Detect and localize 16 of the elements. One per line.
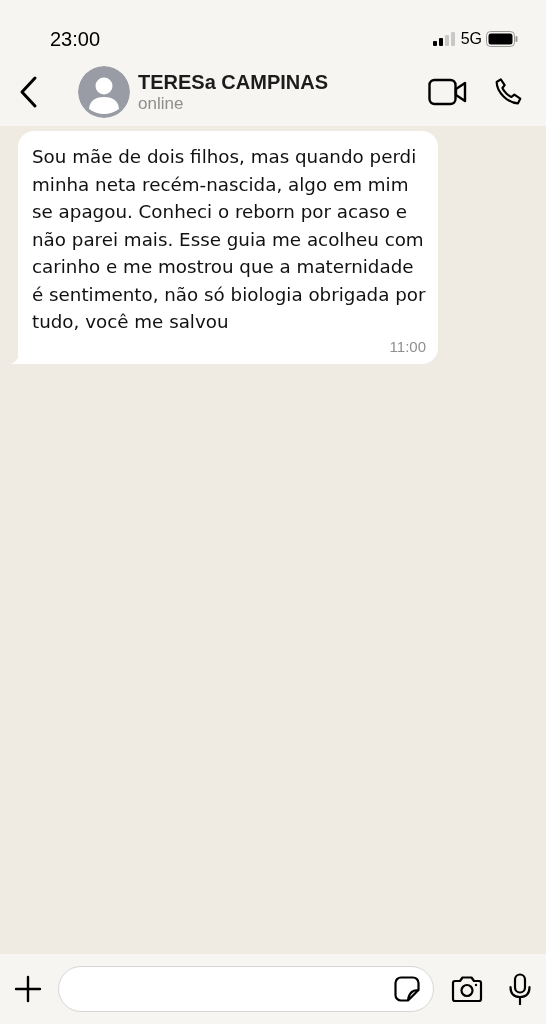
status-time: 23:00 — [50, 27, 101, 52]
network-label: 5G — [460, 29, 482, 49]
signal-icon — [432, 31, 457, 47]
message-time: 11:00 — [389, 336, 426, 357]
battery-icon — [486, 31, 518, 47]
microphone-button[interactable] — [508, 973, 532, 1005]
add-button[interactable] — [14, 975, 42, 1003]
back-button[interactable] — [18, 75, 38, 109]
camera-button[interactable] — [450, 975, 484, 1003]
presence-status: online — [138, 93, 185, 115]
sticker-icon[interactable] — [393, 975, 421, 1003]
contact-name[interactable]: TERESa CAMPINAS — [138, 69, 428, 94]
avatar[interactable] — [78, 66, 130, 118]
video-call-button[interactable] — [428, 78, 468, 106]
message-input[interactable] — [58, 966, 434, 1012]
message-text: Sou mãe de dois filhos, mas quando perdi minha neta recém-nascida, algo em mim se apagou. Conheci o reborn por acaso e não parei mais. Esse guia me acolheu com carinho e me mostrou que a maternidade é sentimento, não só biologia obrigada por tudo, você me salvou — [32, 145, 426, 334]
